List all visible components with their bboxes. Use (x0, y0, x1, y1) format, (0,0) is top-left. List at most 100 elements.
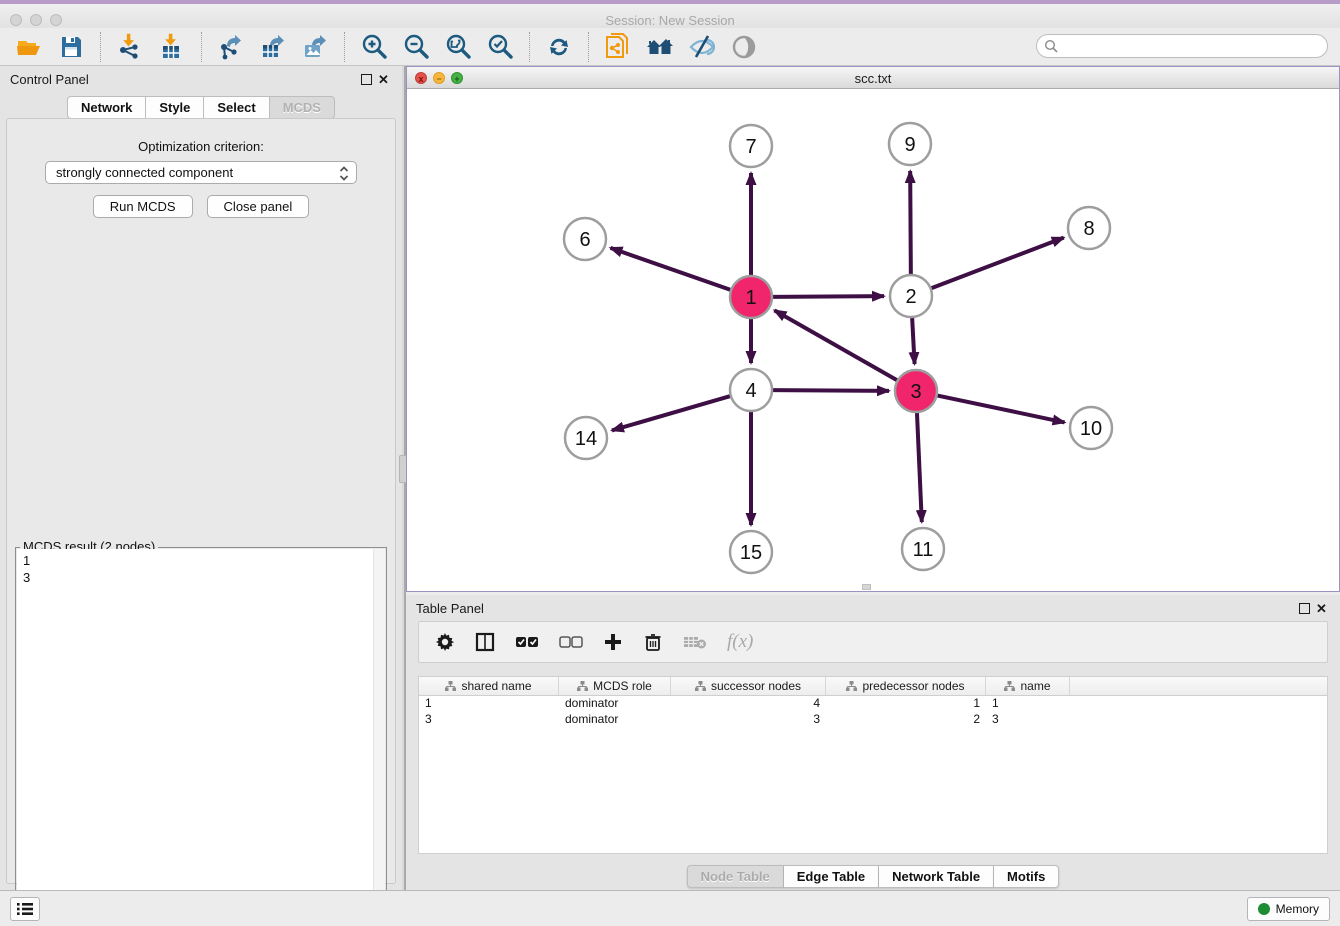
graph-node-8[interactable]: 8 (1068, 207, 1110, 249)
tab-network[interactable]: Network (67, 96, 146, 119)
home-icon[interactable] (645, 32, 675, 62)
close-panel-button[interactable]: Close panel (207, 195, 310, 218)
tab-motifs[interactable]: Motifs (994, 865, 1059, 888)
delete-row-icon[interactable] (643, 632, 663, 652)
graph-node-3[interactable]: 3 (895, 370, 937, 412)
graph-node-15[interactable]: 15 (730, 531, 772, 573)
column-header-name[interactable]: name (986, 677, 1070, 695)
criterion-select[interactable]: strongly connected component (45, 161, 357, 184)
column-header-MCDS-role[interactable]: MCDS role (559, 677, 671, 695)
graph-edge-2-9[interactable] (910, 171, 911, 274)
graph-edge-3-10[interactable] (938, 396, 1065, 423)
table-cell[interactable]: 3 (671, 712, 826, 728)
result-scrollbar[interactable] (373, 549, 385, 926)
table-cell[interactable]: 3 (986, 712, 1070, 728)
task-history-button[interactable] (10, 897, 40, 921)
svg-text:2: 2 (905, 286, 916, 308)
svg-text:4: 4 (745, 380, 756, 402)
graph-node-14[interactable]: 14 (565, 417, 607, 459)
deselect-all-icon[interactable] (559, 635, 583, 649)
hide-details-icon[interactable] (687, 32, 717, 62)
network-window-titlebar[interactable]: x − + scc.txt (407, 67, 1339, 89)
table-cell[interactable]: 4 (671, 696, 826, 712)
graph-edge-4-3[interactable] (773, 390, 889, 391)
open-session-icon[interactable] (14, 32, 44, 62)
table-cell[interactable]: 1 (826, 696, 986, 712)
graph-node-7[interactable]: 7 (730, 125, 772, 167)
memory-label: Memory (1276, 902, 1319, 916)
add-row-icon[interactable] (603, 632, 623, 652)
search-input[interactable] (1036, 34, 1328, 58)
column-layout-icon[interactable] (475, 632, 495, 652)
tab-node-table[interactable]: Node Table (687, 865, 784, 888)
table-row[interactable]: 3dominator323 (419, 712, 1327, 728)
network-canvas[interactable]: 7 9 6 8 1 2 4 3 14 10 15 11 (407, 89, 1339, 591)
close-panel-icon[interactable]: ✕ (378, 72, 389, 88)
optimization-criterion-label: Optimization criterion: (7, 139, 395, 154)
table-cell[interactable]: 2 (826, 712, 986, 728)
save-session-icon[interactable] (56, 32, 86, 62)
graph-edge-2-3[interactable] (912, 318, 914, 364)
new-network-from-file-icon[interactable] (603, 32, 633, 62)
svg-text:14: 14 (575, 428, 597, 450)
control-panel-header: Control Panel ✕ (0, 66, 402, 92)
column-header-shared-name[interactable]: shared name (419, 677, 559, 695)
graph-edge-3-1[interactable] (774, 310, 896, 380)
tab-style[interactable]: Style (146, 96, 204, 119)
table-cell[interactable]: 1 (986, 696, 1070, 712)
graph-node-1[interactable]: 1 (730, 276, 772, 318)
canvas-scroll-handle[interactable] (862, 584, 871, 590)
export-table-icon[interactable] (258, 32, 288, 62)
graph-edge-3-11[interactable] (917, 413, 922, 522)
graph-node-2[interactable]: 2 (890, 275, 932, 317)
graph-node-6[interactable]: 6 (564, 218, 606, 260)
graph-edge-2-8[interactable] (932, 238, 1064, 289)
mcds-result-text: 1 3 (23, 552, 30, 586)
memory-button[interactable]: Memory (1247, 897, 1330, 921)
column-header-successor-nodes[interactable]: successor nodes (671, 677, 826, 695)
graph-node-9[interactable]: 9 (889, 123, 931, 165)
tab-select[interactable]: Select (204, 96, 269, 119)
table-row[interactable]: 1dominator411 (419, 696, 1327, 712)
table-float-panel-icon[interactable] (1299, 603, 1310, 614)
float-panel-icon[interactable] (361, 74, 372, 85)
table-cell[interactable]: dominator (559, 712, 671, 728)
node-table[interactable]: shared nameMCDS rolesuccessor nodesprede… (418, 676, 1328, 854)
network-graph[interactable]: 7 9 6 8 1 2 4 3 14 10 15 11 (407, 89, 1339, 591)
graph-edge-1-6[interactable] (610, 248, 730, 290)
tab-network-table[interactable]: Network Table (879, 865, 994, 888)
zoom-out-icon[interactable] (401, 32, 431, 62)
select-all-icon[interactable] (515, 635, 539, 649)
graph-edge-1-2[interactable] (773, 296, 884, 297)
tab-mcds[interactable]: MCDS (270, 96, 335, 119)
svg-text:10: 10 (1080, 418, 1102, 440)
mcds-result-area[interactable]: 1 3 (17, 549, 385, 926)
table-close-panel-icon[interactable]: ✕ (1316, 601, 1327, 617)
zoom-fit-icon[interactable] (443, 32, 473, 62)
zoom-selected-icon[interactable] (485, 32, 515, 62)
table-cell[interactable]: 1 (419, 696, 559, 712)
run-mcds-button[interactable]: Run MCDS (93, 195, 193, 218)
column-header-predecessor-nodes[interactable]: predecessor nodes (826, 677, 986, 695)
show-details-icon[interactable] (729, 32, 759, 62)
export-image-icon[interactable] (300, 32, 330, 62)
function-builder-icon[interactable]: f(x) (727, 631, 753, 653)
table-panel-tabs: Node TableEdge TableNetwork TableMotifs (406, 865, 1340, 888)
table-cell[interactable]: 3 (419, 712, 559, 728)
delete-table-icon[interactable] (683, 634, 707, 650)
zoom-in-icon[interactable] (359, 32, 389, 62)
tab-edge-table[interactable]: Edge Table (784, 865, 879, 888)
control-panel-title: Control Panel (10, 72, 89, 87)
graph-edge-4-14[interactable] (612, 396, 730, 430)
import-network-icon[interactable] (115, 32, 145, 62)
refresh-icon[interactable] (544, 32, 574, 62)
graph-node-10[interactable]: 10 (1070, 407, 1112, 449)
graph-node-11[interactable]: 11 (902, 528, 944, 570)
table-panel-title: Table Panel (416, 601, 484, 616)
svg-text:7: 7 (745, 136, 756, 158)
import-table-icon[interactable] (157, 32, 187, 62)
table-cell[interactable]: dominator (559, 696, 671, 712)
settings-gear-icon[interactable] (435, 632, 455, 652)
export-network-icon[interactable] (216, 32, 246, 62)
graph-node-4[interactable]: 4 (730, 369, 772, 411)
